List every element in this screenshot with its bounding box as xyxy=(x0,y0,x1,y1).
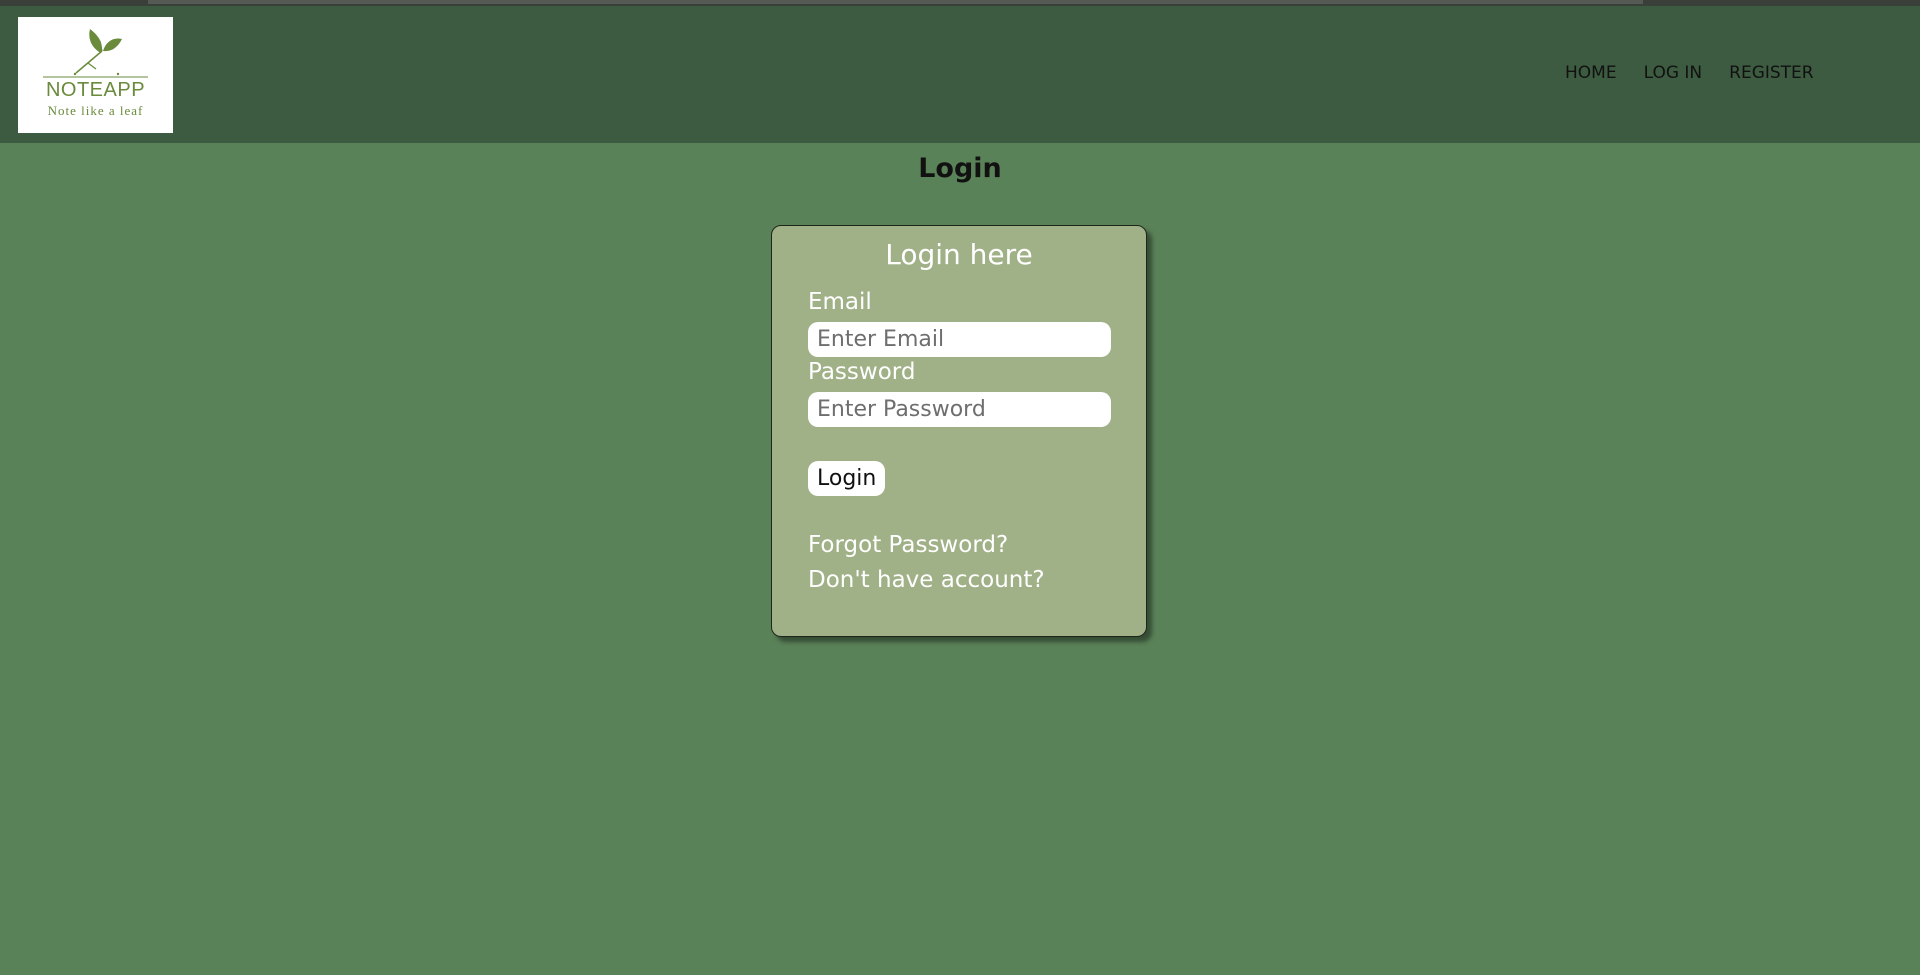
email-input[interactable] xyxy=(808,322,1111,357)
password-input[interactable] xyxy=(808,392,1111,427)
leaf-icon xyxy=(43,29,148,78)
nav-home-link[interactable]: HOME xyxy=(1565,63,1617,83)
nav-login-link[interactable]: LOG IN xyxy=(1644,63,1703,83)
register-account-link[interactable]: Don't have account? xyxy=(808,567,1045,593)
forgot-password-link[interactable]: Forgot Password? xyxy=(808,532,1008,558)
site-header: NOTEAPP Note like a leaf HOME LOG IN REG… xyxy=(0,6,1920,143)
login-card: Login here Email Password Login Forgot P… xyxy=(771,225,1147,637)
login-button[interactable]: Login xyxy=(808,461,886,496)
browser-top-bar xyxy=(148,0,1643,4)
site-logo[interactable]: NOTEAPP Note like a leaf xyxy=(18,17,173,133)
main-nav: HOME LOG IN REGISTER xyxy=(1565,63,1814,83)
page-title: Login xyxy=(918,153,1002,184)
email-label: Email xyxy=(808,289,872,315)
login-card-title: Login here xyxy=(885,238,1033,271)
logo-tagline: Note like a leaf xyxy=(47,103,144,118)
password-label: Password xyxy=(808,359,916,385)
logo-brand-text: NOTEAPP xyxy=(45,79,146,101)
nav-register-link[interactable]: REGISTER xyxy=(1729,63,1813,83)
